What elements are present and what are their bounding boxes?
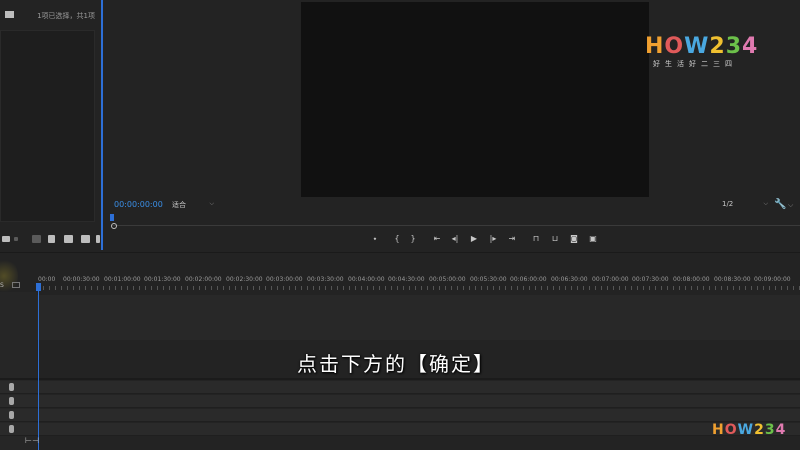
audio-track[interactable] [0, 381, 800, 394]
add-marker-icon[interactable]: ⬩ [368, 233, 382, 245]
lift-icon[interactable]: ⊓ [529, 233, 543, 245]
step-forward-icon[interactable]: |▸ [486, 233, 500, 245]
mark-out-icon[interactable]: } [406, 233, 420, 245]
clear-icon[interactable] [96, 235, 100, 243]
ruler-label: 00:07:30:00 [632, 276, 669, 283]
chevron-down-icon: ⌵ [209, 200, 214, 207]
track-toggle[interactable] [12, 282, 20, 288]
selection-status: 1项已选择，共1项 [37, 12, 95, 20]
playhead-timecode[interactable]: 00:00:00:00 [114, 200, 163, 209]
ruler-label: 00:05:00:00 [429, 276, 466, 283]
ruler-label: 00:03:00:00 [266, 276, 303, 283]
track-label: S [0, 282, 4, 289]
ruler-label: 00:02:30:00 [226, 276, 263, 283]
logo-tagline: 好生活好二三四 [653, 60, 737, 68]
ruler-label: 00:09:00:00 [754, 276, 791, 283]
chevron-down-icon[interactable]: ⌵ [788, 201, 793, 210]
project-panel-header: 1项已选择，共1项 [0, 0, 101, 30]
chevron-down-icon: ⌵ [763, 200, 768, 207]
wrench-icon[interactable]: 🔧 [774, 199, 786, 210]
ruler-label: 00:04:30:00 [388, 276, 425, 283]
new-bin-icon[interactable] [64, 235, 73, 243]
track-height-icon[interactable]: ⊢⊣ [25, 436, 39, 445]
ruler-label: 00:01:30:00 [144, 276, 181, 283]
transport-controls: ⬩ { } ⇤ ◂| ▶ |▸ ⇥ ⊓ ⊔ ◙ ▣ [366, 233, 606, 245]
zoom-level-select[interactable]: 适合 ⌵ [172, 200, 216, 210]
step-back-icon[interactable]: ◂| [448, 233, 462, 245]
go-to-in-icon[interactable]: ⇤ [430, 233, 444, 245]
microphone-icon[interactable] [9, 411, 14, 419]
ruler-label: 00:03:30:00 [307, 276, 344, 283]
go-to-out-icon[interactable]: ⇥ [505, 233, 519, 245]
ruler-label: 00:02:00:00 [185, 276, 222, 283]
video-track-area[interactable] [37, 295, 800, 340]
search-icon[interactable] [48, 235, 55, 243]
watermark-logo-small: HOW234 [712, 422, 792, 438]
instruction-subtitle: 点击下方的【确定】 [297, 352, 495, 376]
ruler-label: 00:00:30:00 [63, 276, 100, 283]
zoom-handle[interactable] [111, 223, 117, 229]
ruler-label: 00:06:30:00 [551, 276, 588, 283]
scrub-track-line [112, 225, 800, 226]
ruler-label: 00:07:00:00 [592, 276, 629, 283]
watermark-logo: HOW234 好生活好二三四 [645, 34, 775, 69]
ruler-label: 00:05:30:00 [470, 276, 507, 283]
list-view-icon[interactable] [2, 236, 10, 242]
ruler-label: 00:08:00:00 [673, 276, 710, 283]
audio-track[interactable] [0, 395, 800, 408]
project-item-list[interactable] [0, 30, 95, 222]
ruler-label: 00:01:00:00 [104, 276, 141, 283]
program-video-frame [301, 2, 649, 197]
audio-track[interactable] [0, 423, 800, 436]
mark-in-icon[interactable]: { [390, 233, 404, 245]
bin-icon[interactable] [5, 11, 14, 18]
monitor-scrub-bar[interactable] [108, 216, 800, 230]
ruler-label: 00:04:00:00 [348, 276, 385, 283]
logo-wordmark: HOW234 [712, 422, 787, 438]
ruler-label: 00:08:30:00 [714, 276, 751, 283]
microphone-icon[interactable] [9, 425, 14, 433]
audio-track[interactable] [0, 409, 800, 422]
project-panel-toolbar [0, 230, 101, 248]
new-item-icon[interactable] [81, 235, 90, 243]
extract-icon[interactable]: ⊔ [548, 233, 562, 245]
chevron-down-icon[interactable] [14, 237, 18, 241]
microphone-icon[interactable] [9, 383, 14, 391]
track-divider[interactable] [0, 378, 800, 380]
ruler-ticks [37, 286, 800, 290]
logo-wordmark: HOW234 [645, 34, 759, 59]
button-editor-icon[interactable]: ▣ [586, 233, 600, 245]
automate-to-sequence-icon[interactable] [32, 235, 41, 243]
play-icon[interactable]: ▶ [467, 233, 481, 245]
ruler-label: 00:00 [38, 276, 56, 283]
microphone-icon[interactable] [9, 397, 14, 405]
zoom-level-value: 适合 [172, 201, 186, 209]
project-panel: 1项已选择，共1项 [0, 0, 103, 250]
camera-icon[interactable]: ◙ [567, 233, 581, 245]
ruler-label: 00:06:00:00 [510, 276, 547, 283]
resolution-value: 1/2 [722, 200, 734, 208]
playback-resolution-select[interactable]: 1/2 ⌵ [722, 200, 768, 210]
monitor-playhead[interactable] [110, 214, 114, 221]
